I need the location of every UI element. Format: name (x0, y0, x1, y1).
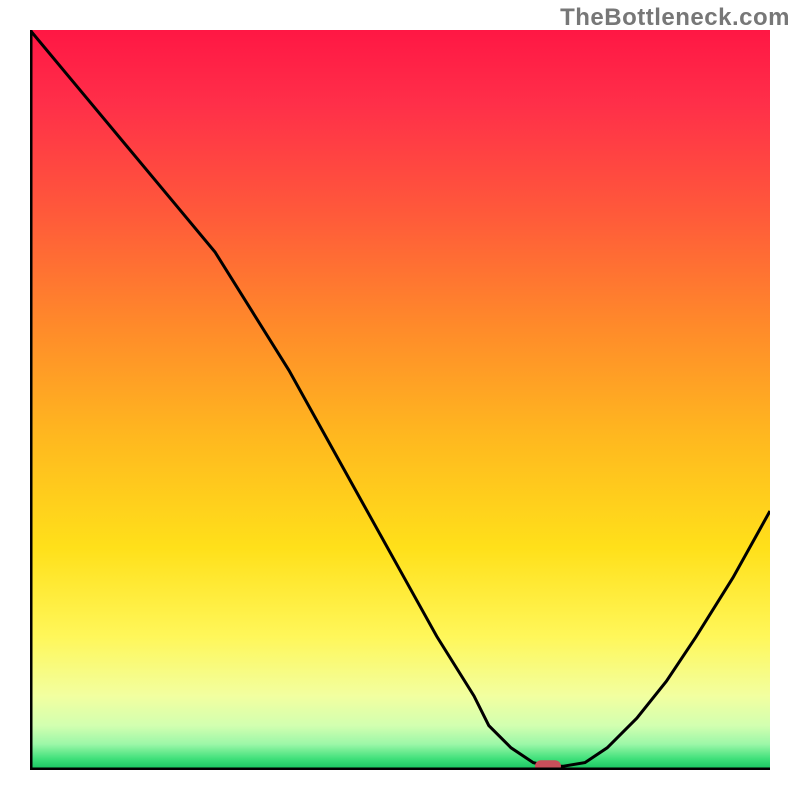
plot-area (30, 30, 770, 770)
watermark-text: TheBottleneck.com (560, 4, 790, 32)
chart-container: TheBottleneck.com (0, 0, 800, 800)
gradient-background (30, 30, 770, 770)
bottleneck-chart (30, 30, 770, 770)
